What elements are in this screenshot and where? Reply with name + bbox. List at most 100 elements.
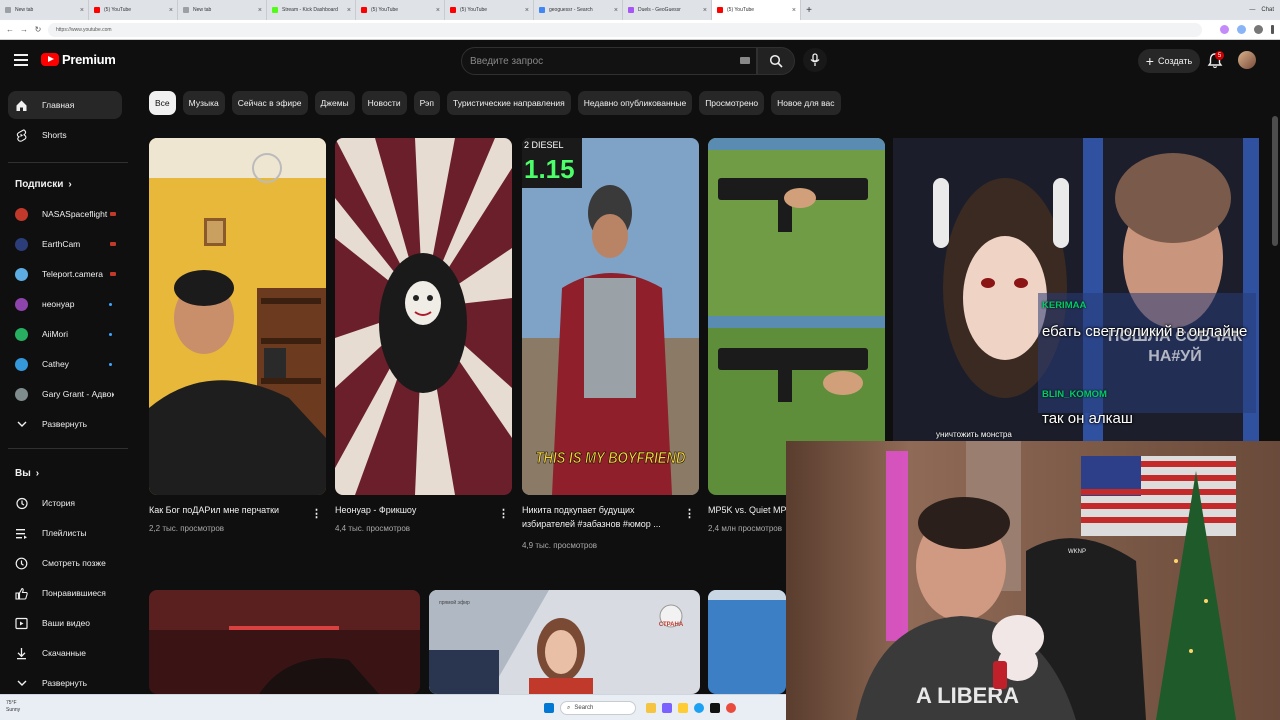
more-options-icon[interactable]: ⋮ [498, 508, 509, 522]
browser-tab[interactable]: (5) YouTube × [712, 0, 801, 20]
search-box[interactable] [461, 47, 757, 75]
sidebar-subscription-item[interactable]: EarthCam [8, 230, 122, 258]
browser-tab[interactable]: (5) YouTube × [89, 0, 178, 20]
start-icon[interactable] [544, 703, 554, 713]
chevron-right-icon: › [68, 179, 72, 190]
app-icon[interactable] [662, 703, 672, 713]
chat-label[interactable]: Chat [1261, 7, 1274, 13]
menu-icon[interactable] [1271, 25, 1274, 34]
sidebar-expand-subscriptions[interactable]: Развернуть [8, 410, 122, 438]
profile-icon[interactable] [1254, 25, 1263, 34]
new-content-dot-icon [109, 332, 112, 336]
browser-tab[interactable]: Duels - GeoGuessr × [623, 0, 712, 20]
video-thumbnail[interactable] [149, 590, 420, 694]
sidebar-item-label: Teleport.camera [42, 269, 103, 279]
taskbar-search[interactable]: ⌕ Search [560, 701, 636, 715]
browser-tab[interactable]: New tab × [178, 0, 267, 20]
page-scrollbar[interactable] [1272, 116, 1278, 246]
sidebar-subscription-item[interactable]: Cathey [8, 350, 122, 378]
keyboard-icon[interactable] [740, 57, 750, 64]
tab-close-icon[interactable]: × [525, 7, 529, 14]
tab-close-icon[interactable]: × [792, 7, 796, 14]
sidebar-item-shorts[interactable]: Shorts [8, 121, 122, 149]
voice-search-button[interactable] [803, 48, 827, 72]
filter-chip[interactable]: Рэп [413, 91, 440, 115]
sidebar-subscription-item[interactable]: NASASpaceflight [8, 200, 122, 228]
filter-chip[interactable]: Недавно опубликованные [577, 91, 693, 115]
tab-close-icon[interactable]: × [258, 7, 262, 14]
sidebar-item-your-videos[interactable]: Ваши видео [8, 609, 122, 637]
extension-icon[interactable] [1237, 25, 1246, 34]
more-options-icon[interactable]: ⋮ [684, 508, 695, 522]
browser-tab[interactable]: (5) YouTube × [445, 0, 534, 20]
browser-tab[interactable]: (5) YouTube × [356, 0, 445, 20]
account-avatar[interactable] [1238, 51, 1256, 69]
short-title[interactable]: MP5K vs. Quiet MP [708, 503, 788, 517]
back-icon[interactable]: ← [6, 25, 14, 34]
subscriptions-heading[interactable]: Подписки › [15, 179, 72, 190]
sidebar-item-home[interactable]: Главная [8, 91, 122, 119]
filter-chip[interactable]: Сейчас в эфире [231, 91, 308, 115]
sidebar-subscription-item[interactable]: Gary Grant - Адвок... [8, 380, 122, 408]
tab-close-icon[interactable]: × [436, 7, 440, 14]
short-thumbnail[interactable]: 2 DIESEL 1.15 THIS IS MY BOYFRIEND [522, 138, 699, 495]
sidebar-subscription-item[interactable]: AiiMori [8, 320, 122, 348]
menu-icon[interactable] [14, 54, 28, 66]
app-icon[interactable] [710, 703, 720, 713]
search-button[interactable] [757, 47, 795, 75]
tab-close-icon[interactable]: × [347, 7, 351, 14]
short-thumbnail[interactable] [149, 138, 326, 495]
you-heading[interactable]: Вы › [15, 468, 39, 479]
filter-chip[interactable]: Новости [361, 91, 407, 115]
reload-icon[interactable]: ↻ [34, 25, 42, 34]
sidebar-item-playlists[interactable]: Плейлисты [8, 519, 122, 547]
sidebar-subscription-item[interactable]: неонуар [8, 290, 122, 318]
sidebar-subscription-item[interactable]: Teleport.camera [8, 260, 122, 288]
tab-close-icon[interactable]: × [80, 7, 84, 14]
sidebar-item-watch-later[interactable]: Смотреть позже [8, 549, 122, 577]
browser-tab[interactable]: New tab × [0, 0, 89, 20]
search-input[interactable] [470, 55, 730, 67]
file-explorer-icon[interactable] [646, 703, 656, 713]
filter-chip[interactable]: Туристические направления [447, 91, 571, 115]
video-thumbnail[interactable] [708, 590, 786, 694]
tab-title: (5) YouTube [371, 7, 399, 13]
sidebar-item-history[interactable]: История [8, 489, 122, 517]
short-title[interactable]: Никита подкупает будущих избирателей #за… [522, 503, 672, 531]
extension-icon[interactable] [1220, 25, 1229, 34]
youtube-play-icon [41, 53, 59, 66]
filter-chip[interactable]: Просмотрено [699, 91, 765, 115]
filter-chip[interactable]: Все [149, 91, 176, 115]
weather-temperature: 75°F [6, 700, 17, 706]
forward-icon[interactable]: → [20, 25, 28, 34]
create-button[interactable]: + Создать [1138, 49, 1200, 73]
more-options-icon[interactable]: ⋮ [311, 508, 322, 522]
browser-tab[interactable]: geoguessr - Search × [534, 0, 623, 20]
weather-widget[interactable]: 75°F Sunny [6, 700, 20, 714]
cup-text: WKNP [1068, 549, 1086, 555]
minimize-icon[interactable]: — [1249, 7, 1255, 13]
url-field[interactable]: https://www.youtube.com [48, 22, 1202, 37]
channel-avatar [15, 237, 28, 251]
microphone-icon [810, 53, 820, 66]
video-thumbnail[interactable]: СТРАНА прямой эфир [429, 590, 700, 694]
short-title[interactable]: Неонуар - Фрикшоу [335, 503, 495, 517]
tab-close-icon[interactable]: × [703, 7, 707, 14]
short-thumbnail[interactable] [335, 138, 512, 495]
tab-close-icon[interactable]: × [169, 7, 173, 14]
sidebar-item-thumbs-up[interactable]: Понравившиеся [8, 579, 122, 607]
chat-message: ебать светлоликий в онлайне [1042, 323, 1248, 340]
app-icon[interactable] [678, 703, 688, 713]
new-tab-button[interactable]: + [801, 0, 817, 20]
filter-chip[interactable]: Музыка [182, 91, 225, 115]
filter-chip[interactable]: Новое для вас [771, 91, 841, 115]
short-title[interactable]: Как Бог поДАРил мне перчатки [149, 503, 309, 517]
filter-chip[interactable]: Джемы [314, 91, 355, 115]
tab-close-icon[interactable]: × [614, 7, 618, 14]
edge-icon[interactable] [694, 703, 704, 713]
browser-tab[interactable]: Stream - Kick Dashboard × [267, 0, 356, 20]
sidebar-item-chevron-down[interactable]: Развернуть [8, 669, 122, 697]
youtube-logo[interactable]: Premium [41, 52, 116, 67]
sidebar-item-download[interactable]: Скачанные [8, 639, 122, 667]
chrome-icon[interactable] [726, 703, 736, 713]
